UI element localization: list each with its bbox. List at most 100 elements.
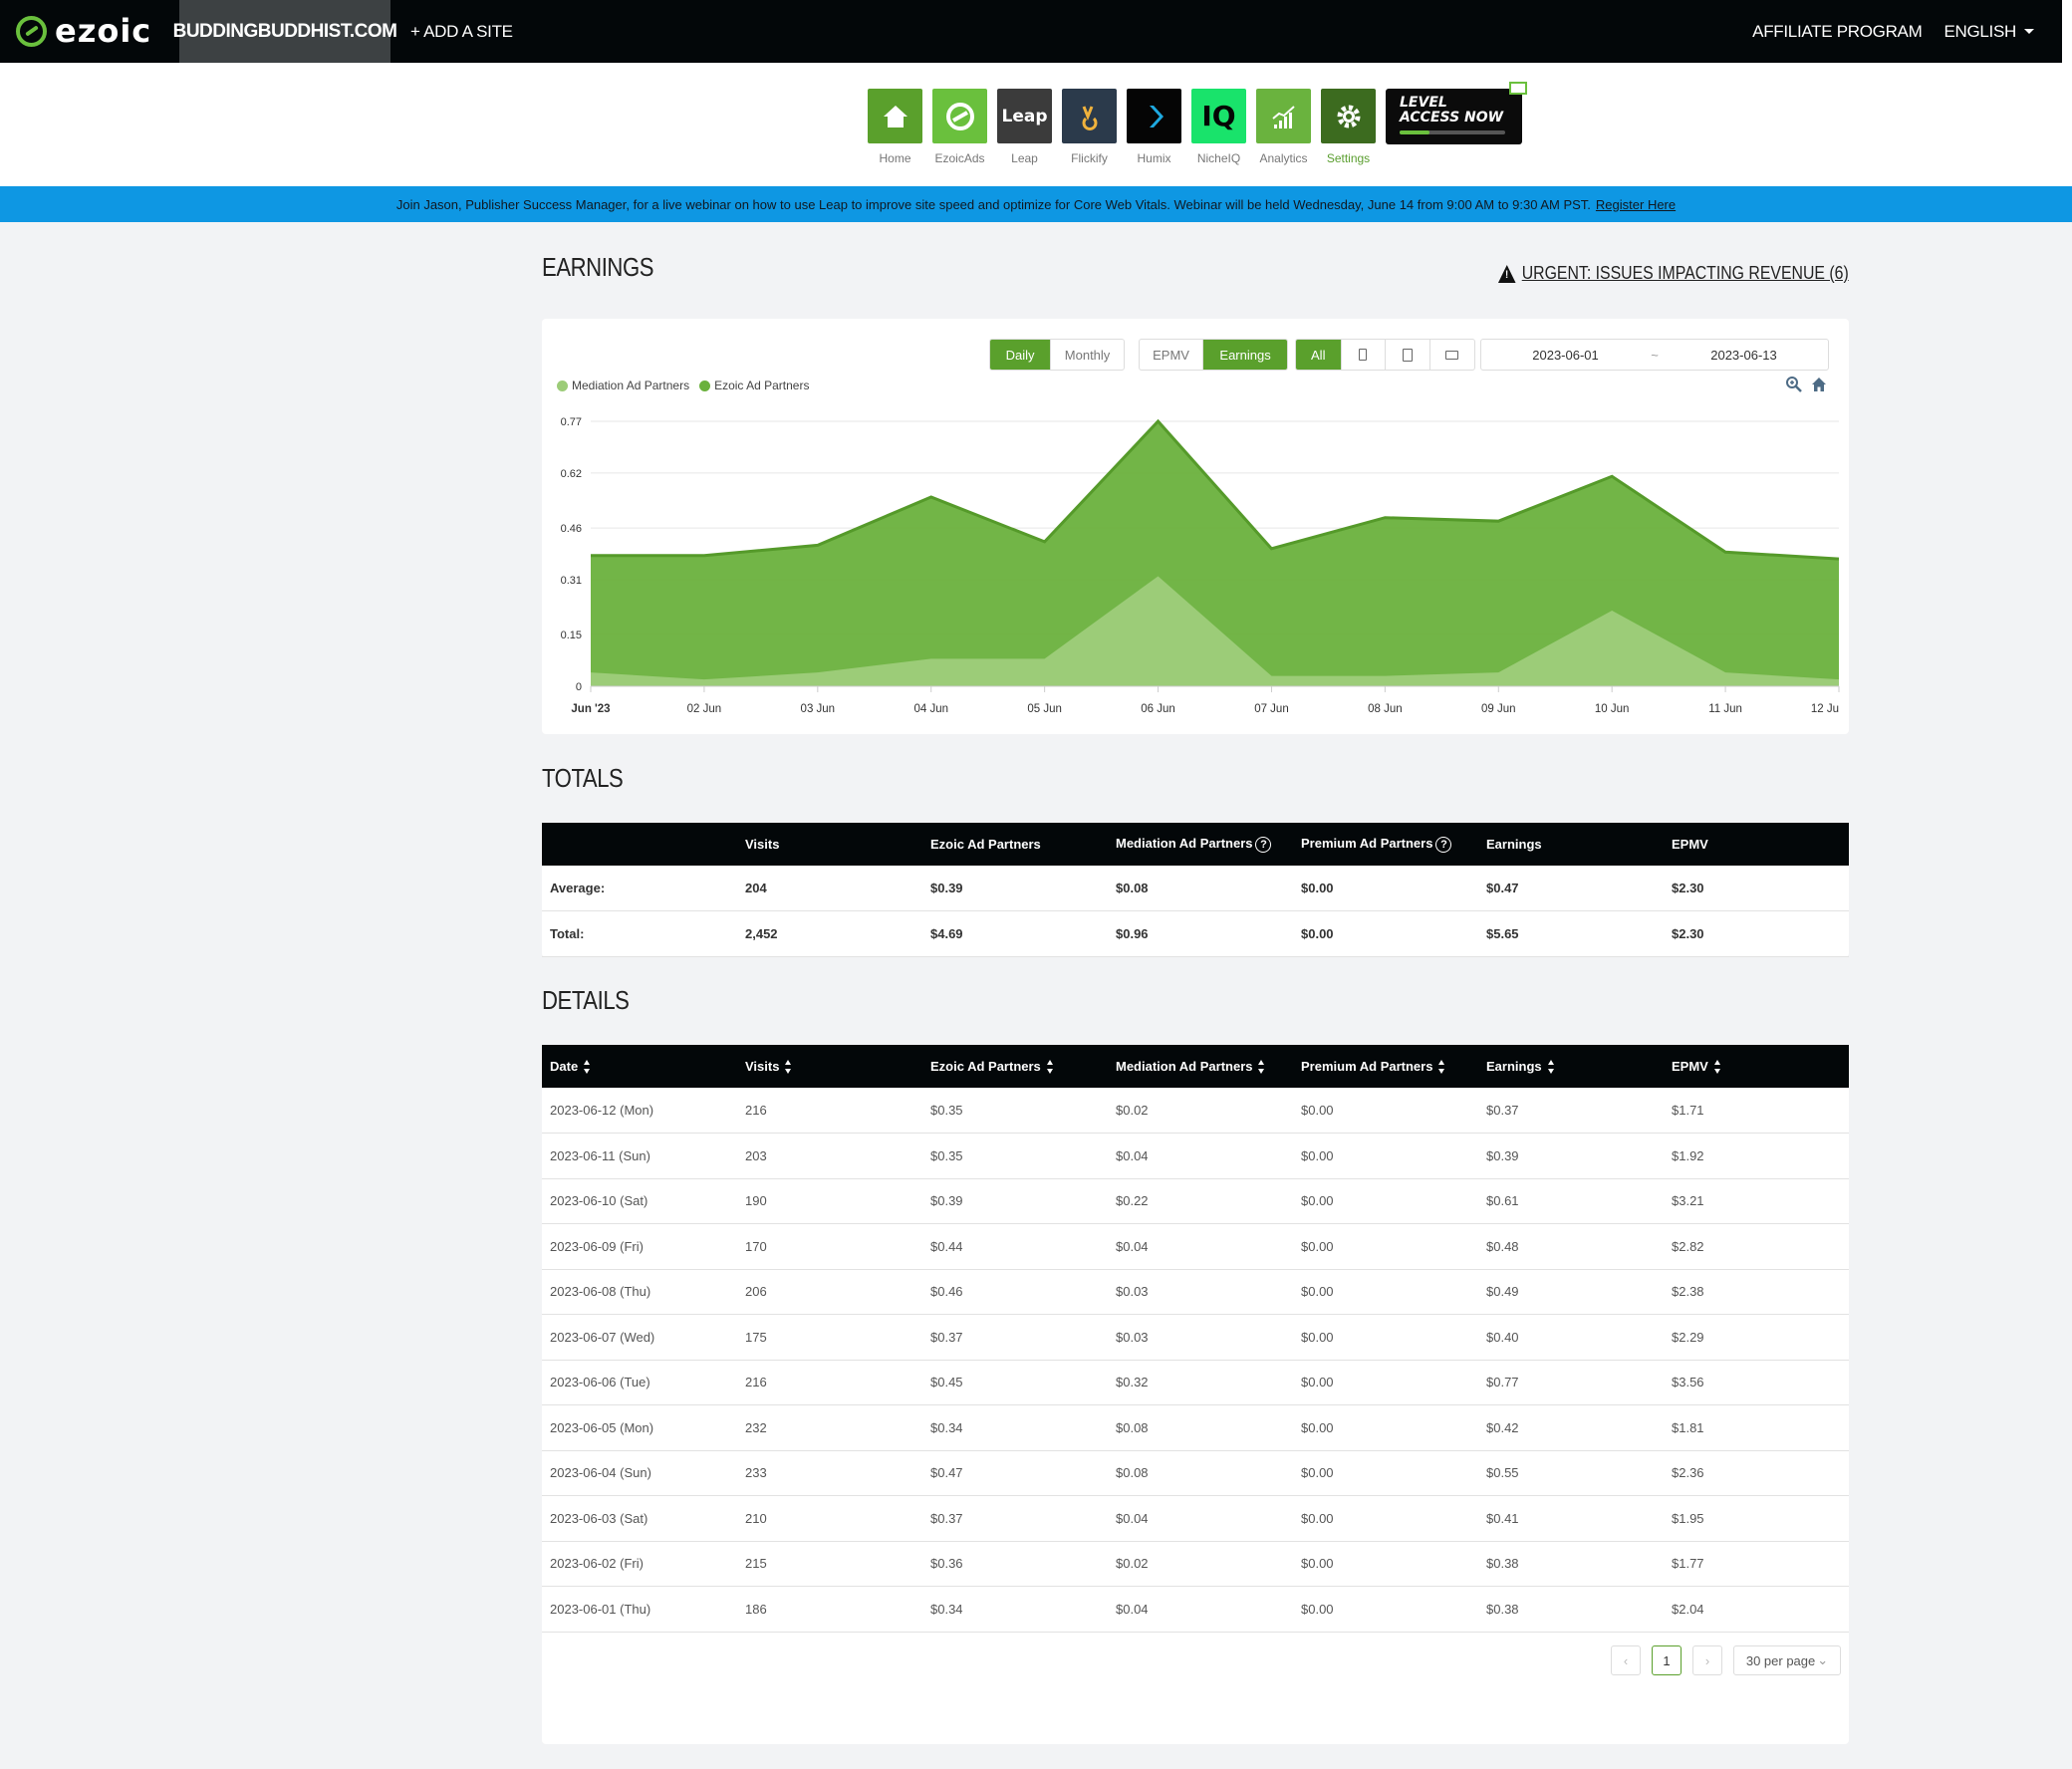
language-selector[interactable]: ENGLISH xyxy=(1943,22,2034,42)
table-cell: $0.08 xyxy=(1108,1404,1293,1451)
x-tick-label: Jun '23 xyxy=(571,703,610,715)
table-cell: $0.00 xyxy=(1293,1269,1478,1315)
table-cell: $0.41 xyxy=(1478,1495,1664,1542)
column-header[interactable]: Ezoic Ad Partners xyxy=(922,1045,1108,1088)
table-cell: $0.35 xyxy=(922,1133,1108,1179)
column-header-label: Premium Ad Partners xyxy=(1301,1058,1433,1074)
table-row: 2023-06-10 (Sat) 190 $0.39 $0.22 $0.00 $0.61 $… xyxy=(542,1178,1849,1224)
table-cell: $0.38 xyxy=(1478,1586,1664,1633)
table-cell: $0.35 xyxy=(922,1088,1108,1134)
help-icon[interactable]: ? xyxy=(1435,836,1452,853)
top-navigation-bar: ezoic BUDDINGBUDDHIST.COM + ADD A SITE A… xyxy=(0,0,2072,63)
table-cell: $0.00 xyxy=(1293,1495,1478,1542)
app-home[interactable]: Home xyxy=(868,89,922,165)
table-cell: $0.42 xyxy=(1478,1404,1664,1451)
table-cell: $2.30 xyxy=(1664,866,1849,911)
table-cell: $0.40 xyxy=(1478,1314,1664,1361)
site-selector[interactable]: BUDDINGBUDDHIST.COM xyxy=(173,0,397,63)
table-cell: $0.49 xyxy=(1478,1269,1664,1315)
table-cell: $0.00 xyxy=(1293,910,1478,957)
urgent-issues-link[interactable]: URGENT: ISSUES IMPACTING REVENUE (6) xyxy=(1498,263,1849,284)
table-cell: 2023-06-09 (Fri) xyxy=(542,1223,737,1270)
app-settings[interactable]: Settings xyxy=(1321,89,1376,165)
sort-icon[interactable] xyxy=(1258,1060,1265,1075)
table-cell: $0.00 xyxy=(1293,1586,1478,1633)
column-header[interactable]: Visits xyxy=(737,1045,922,1088)
add-site-link[interactable]: + ADD A SITE xyxy=(410,0,513,63)
per-page-select[interactable]: 30 per page ⌄ xyxy=(1733,1645,1841,1675)
table-cell: $5.65 xyxy=(1478,910,1664,957)
flickify-icon xyxy=(1062,89,1117,143)
table-row: 2023-06-01 (Thu) 186 $0.34 $0.04 $0.00 $0.38 $… xyxy=(542,1586,1849,1633)
table-cell: $0.00 xyxy=(1293,1404,1478,1451)
table-row: 2023-06-03 (Sat) 210 $0.37 $0.04 $0.00 $0.41 $… xyxy=(542,1495,1849,1542)
sort-icon[interactable] xyxy=(1438,1060,1445,1075)
table-cell: $0.00 xyxy=(1293,1541,1478,1587)
x-tick-label: 06 Jun xyxy=(1141,703,1175,715)
table-cell: 2023-06-02 (Fri) xyxy=(542,1541,737,1587)
details-table: Date Visits Ezoic Ad Partners Mediation Ad … xyxy=(542,1045,1849,1633)
app-analytics[interactable]: Analytics xyxy=(1256,89,1311,165)
page-1-button[interactable]: 1 xyxy=(1652,1645,1682,1675)
table-cell: 2023-06-05 (Mon) xyxy=(542,1404,737,1451)
level-label: LEVEL xyxy=(1400,95,1447,111)
column-header[interactable]: EPMV xyxy=(1664,1045,1849,1088)
column-header[interactable]: Earnings xyxy=(1478,1045,1664,1088)
nicheiq-icon: IQ xyxy=(1191,89,1246,143)
table-cell: $1.92 xyxy=(1664,1133,1849,1179)
x-tick-label: 11 Jun xyxy=(1708,703,1742,715)
column-header-label: Date xyxy=(550,1058,579,1074)
help-icon[interactable]: ? xyxy=(1255,836,1272,853)
scrollbar-stub xyxy=(2062,0,2072,63)
sort-icon[interactable] xyxy=(584,1060,591,1075)
table-cell: $0.32 xyxy=(1108,1360,1293,1405)
table-cell: $3.21 xyxy=(1664,1178,1849,1224)
app-label: Flickify xyxy=(1071,151,1108,165)
table-cell: $0.36 xyxy=(922,1541,1108,1587)
app-leap[interactable]: Leap Leap xyxy=(997,89,1052,165)
column-header[interactable]: Date xyxy=(542,1045,737,1088)
envelope-icon[interactable] xyxy=(1509,82,1527,95)
sort-icon[interactable] xyxy=(785,1060,792,1075)
column-header-label: Mediation Ad Partners xyxy=(1116,836,1253,852)
table-cell: $0.00 xyxy=(1293,1088,1478,1134)
table-cell: $0.03 xyxy=(1108,1269,1293,1315)
app-nicheiq[interactable]: IQ NicheIQ xyxy=(1191,89,1246,165)
table-cell: $1.81 xyxy=(1664,1404,1849,1451)
table-cell: 204 xyxy=(737,866,922,911)
column-header[interactable]: Premium Ad Partners xyxy=(1293,1045,1478,1088)
column-header-label: Premium Ad Partners xyxy=(1301,836,1433,852)
table-cell: 2023-06-11 (Sun) xyxy=(542,1133,737,1179)
x-tick-label: 03 Jun xyxy=(801,703,836,715)
x-tick-label: 10 Jun xyxy=(1595,703,1630,715)
y-tick-label: 0.77 xyxy=(561,416,582,428)
x-tick-label: 12 Ju xyxy=(1811,703,1839,715)
sort-icon[interactable] xyxy=(1046,1060,1054,1075)
app-tile-text: IQ xyxy=(1201,100,1236,132)
app-humix[interactable]: Humix xyxy=(1127,89,1181,165)
app-label: Home xyxy=(879,151,911,165)
table-cell: 2023-06-10 (Sat) xyxy=(542,1178,737,1224)
earnings-chart-card: Daily Monthly EPMV Earnings All 2023-06-… xyxy=(542,319,1849,734)
level-access-now-button[interactable]: LEVEL ACCESS NOW xyxy=(1386,82,1527,144)
affiliate-program-link[interactable]: AFFILIATE PROGRAM xyxy=(1752,22,1923,42)
ezoic-logo[interactable]: ezoic xyxy=(16,15,151,47)
table-cell: $0.00 xyxy=(1293,866,1478,911)
column-header[interactable]: Mediation Ad Partners xyxy=(1108,1045,1293,1088)
analytics-icon xyxy=(1256,89,1311,143)
table-cell: $0.44 xyxy=(922,1223,1108,1270)
table-cell: $0.38 xyxy=(1478,1541,1664,1587)
next-page-button[interactable]: › xyxy=(1692,1645,1722,1675)
earnings-heading: EARNINGS xyxy=(542,252,654,282)
prev-page-button[interactable]: ‹ xyxy=(1611,1645,1641,1675)
app-flickify[interactable]: Flickify xyxy=(1062,89,1117,165)
table-cell: $0.34 xyxy=(922,1404,1108,1451)
app-ezoicads[interactable]: EzoicAds xyxy=(932,89,987,165)
register-here-link[interactable]: Register Here xyxy=(1596,197,1676,212)
column-header xyxy=(542,823,737,866)
sort-icon[interactable] xyxy=(1547,1060,1555,1075)
sort-icon[interactable] xyxy=(1713,1060,1721,1075)
table-cell: $1.95 xyxy=(1664,1495,1849,1542)
table-cell: $1.77 xyxy=(1664,1541,1849,1587)
table-cell: $0.77 xyxy=(1478,1360,1664,1405)
